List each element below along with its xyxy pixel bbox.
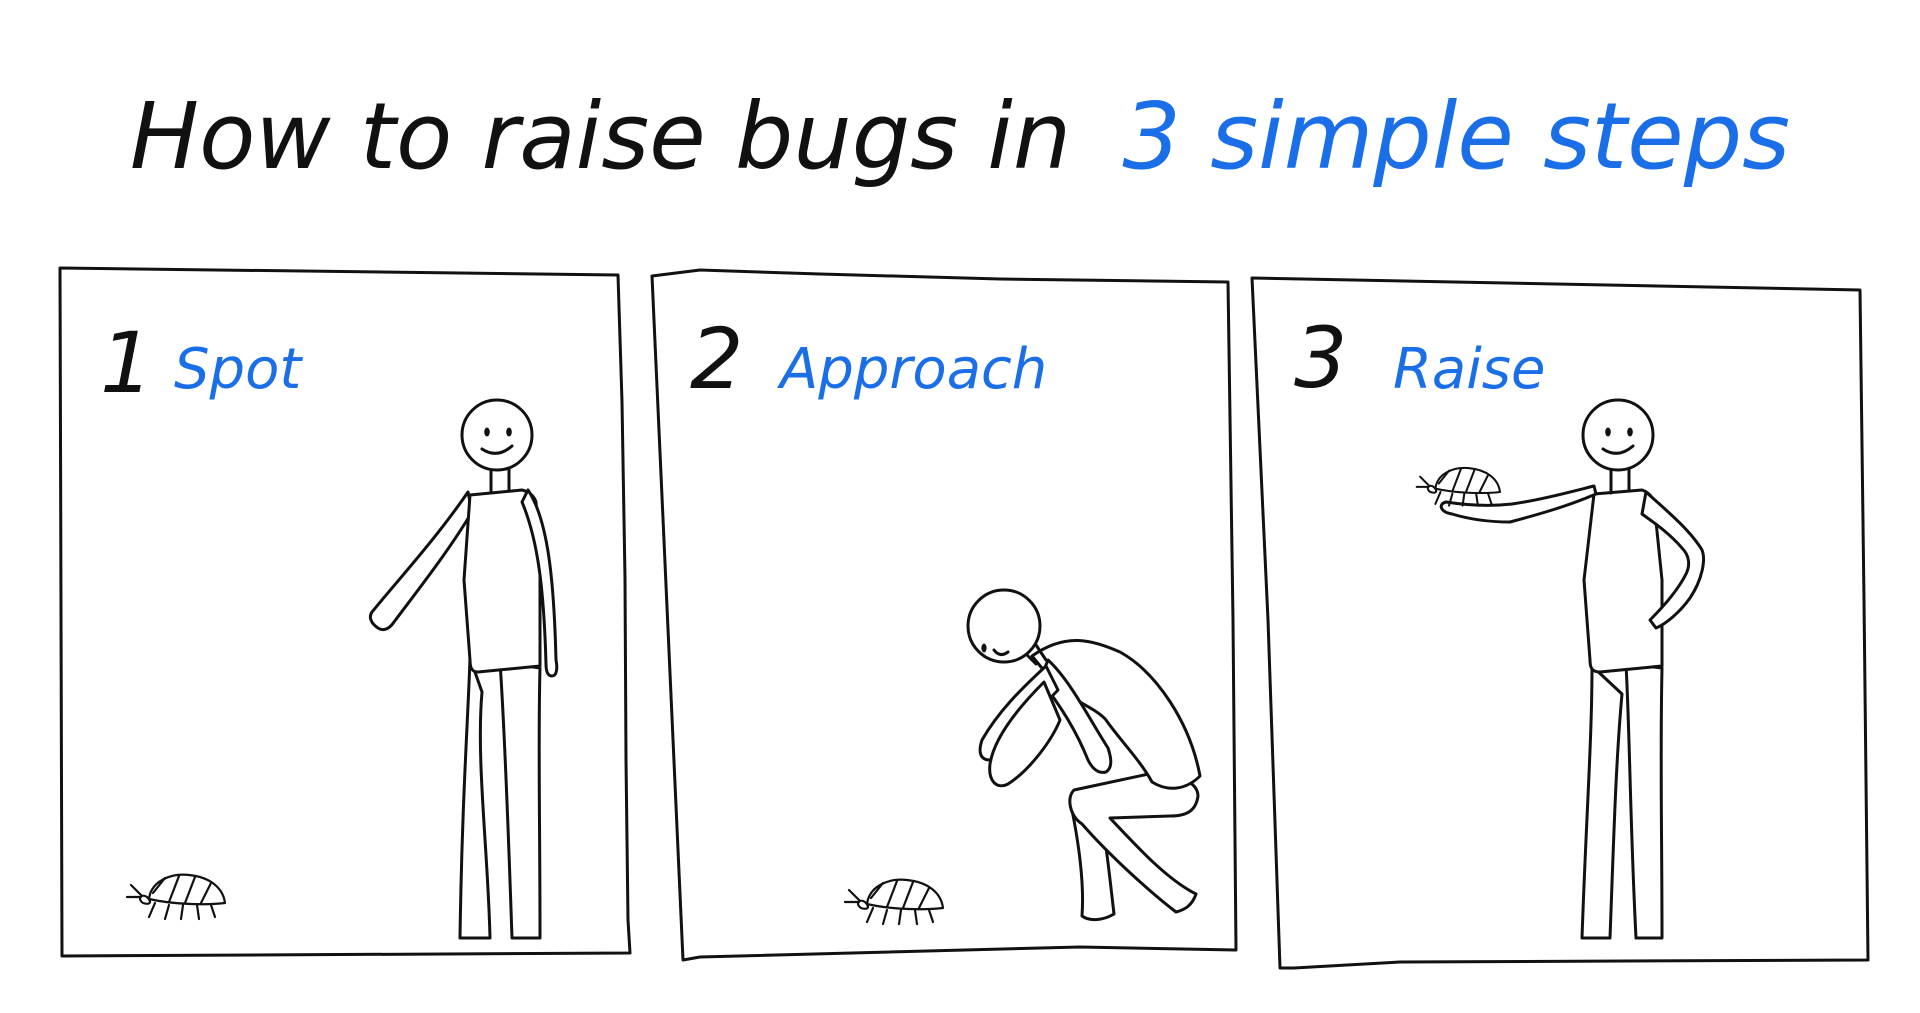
panel-1-number: 1 xyxy=(100,314,153,412)
comic-strip: How to raise bugs in 3 simple steps 1 Sp… xyxy=(0,0,1920,1008)
panel-2-label: Approach xyxy=(777,337,1047,402)
panel-3-label: Raise xyxy=(1393,337,1545,402)
panel-2-number: 2 xyxy=(690,310,743,408)
panel-3-number: 3 xyxy=(1294,309,1347,407)
comic-title: How to raise bugs in 3 simple steps xyxy=(130,83,1790,190)
title-lead: How to raise bugs in xyxy=(130,83,1071,190)
panel-1-label: Spot xyxy=(174,337,303,402)
comic-canvas: How to raise bugs in 3 simple steps 1 Sp… xyxy=(58,83,1870,970)
title-highlight: 3 simple steps xyxy=(1122,83,1790,190)
